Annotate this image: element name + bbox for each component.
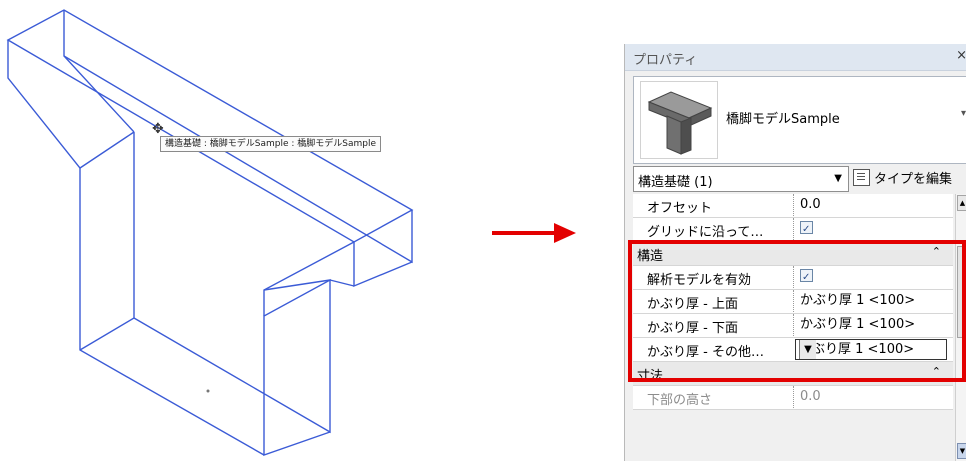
close-icon[interactable]: ×	[956, 48, 966, 63]
pier-wireframe[interactable]	[6, 9, 414, 456]
property-row-offset[interactable]: オフセット 0.0	[633, 194, 953, 218]
filter-row: 構造基礎 (1) ▼ タイプを編集	[633, 166, 966, 194]
chevron-down-icon: ▼	[834, 173, 842, 184]
element-tooltip: 構造基礎 : 橋脚モデルSample : 橋脚モデルSample	[160, 136, 381, 152]
category-filter-select[interactable]: 構造基礎 (1) ▼	[633, 166, 849, 192]
property-label: 下部の高さ	[647, 393, 713, 408]
scroll-up-icon[interactable]: ▲	[957, 195, 966, 211]
property-label: グリッドに沿って…	[647, 225, 764, 240]
cursor-move-icon: ✥	[152, 121, 164, 137]
type-thumbnail	[640, 81, 718, 159]
type-name: 橋脚モデルSample	[726, 112, 840, 127]
move-with-grids-checkbox[interactable]	[800, 219, 813, 241]
edit-type-label: タイプを編集	[874, 172, 953, 187]
property-value[interactable]	[793, 218, 949, 241]
palette-title-bar: プロパティ ×	[625, 44, 966, 71]
scroll-down-icon[interactable]: ▼	[957, 443, 966, 459]
type-selector[interactable]: 橋脚モデルSample ▾	[633, 76, 966, 164]
property-row-move-with-grids[interactable]: グリッドに沿って…	[633, 218, 953, 242]
model-origin-point	[206, 389, 210, 393]
property-label: オフセット	[647, 201, 713, 216]
palette-title: プロパティ	[633, 53, 698, 68]
category-filter-value: 構造基礎 (1)	[638, 175, 713, 190]
property-row-bottom-height[interactable]: 下部の高さ 0.0	[633, 386, 953, 410]
structure-highlight-frame	[628, 240, 966, 382]
property-value: 0.0	[793, 386, 949, 408]
edit-type-button[interactable]: タイプを編集	[853, 168, 952, 187]
type-dropdown-icon[interactable]: ▾	[961, 108, 966, 119]
edit-type-icon	[853, 169, 870, 186]
right-arrow-icon	[492, 223, 576, 243]
property-value[interactable]: 0.0	[793, 194, 949, 216]
